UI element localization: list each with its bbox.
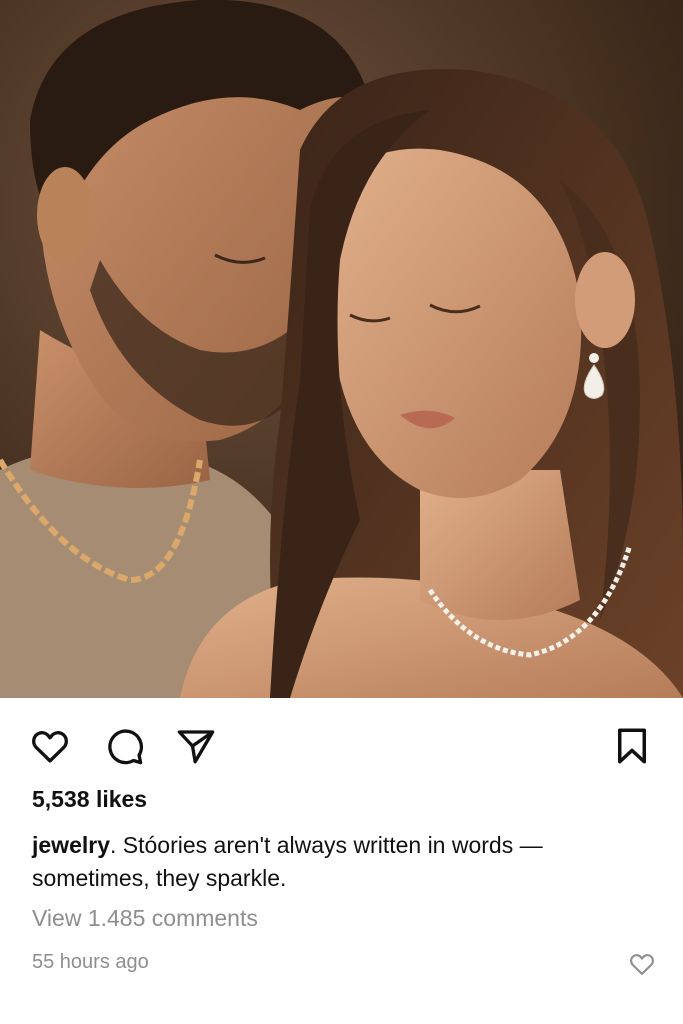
save-button[interactable] [610, 724, 654, 768]
post-image-illustration [0, 0, 683, 698]
post-timestamp: 55 hours ago [32, 951, 149, 973]
caption-username[interactable]: jewelry [32, 832, 110, 858]
likes-count[interactable]: 5,538 likes [32, 786, 147, 813]
view-comments-link[interactable]: View 1.485 comments [32, 905, 258, 932]
post-image[interactable] [0, 0, 683, 698]
share-button[interactable] [174, 724, 218, 768]
post-action-bar [0, 716, 683, 772]
heart-icon [32, 731, 68, 763]
comment-bubble-icon [108, 729, 144, 765]
bookmark-icon [618, 728, 646, 764]
post-caption: jewelry. Stóories aren't always written … [32, 829, 652, 895]
like-button[interactable] [28, 724, 72, 768]
paper-plane-icon [177, 730, 215, 764]
heart-icon[interactable] [628, 950, 656, 978]
comment-button[interactable] [102, 724, 146, 768]
